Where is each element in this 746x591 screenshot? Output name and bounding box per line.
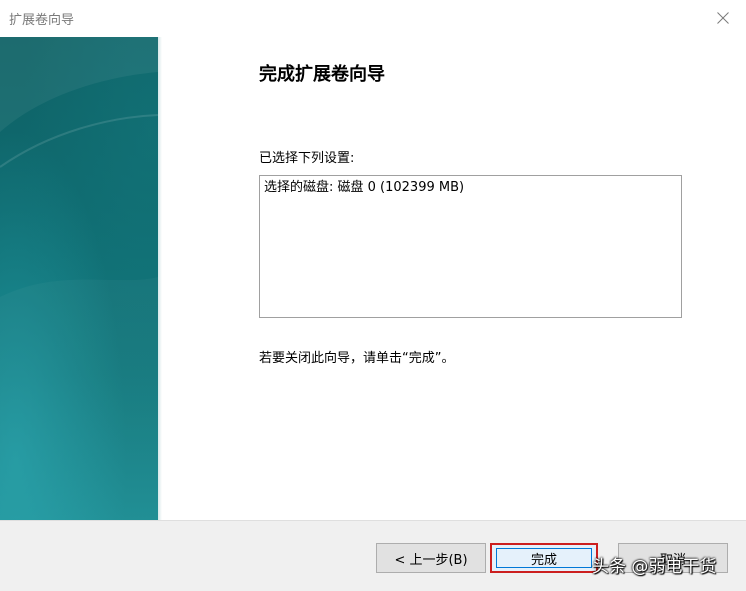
settings-summary-box[interactable]: 选择的磁盘: 磁盘 0 (102399 MB) [259, 175, 682, 318]
settings-label: 已选择下列设置: [259, 151, 355, 166]
close-icon [717, 12, 729, 24]
wizard-window: 扩展卷向导 完成扩展卷向导 已选择下列设置: 选择的磁盘: 磁盘 0 (1023… [0, 0, 746, 591]
back-button[interactable]: < 上一步(B) [376, 543, 486, 573]
finish-button[interactable]: 完成 [490, 543, 598, 573]
title-bar: 扩展卷向导 [0, 0, 746, 37]
finish-button-label: 完成 [496, 548, 592, 568]
close-button[interactable] [700, 0, 746, 37]
window-title: 扩展卷向导 [9, 13, 75, 28]
page-heading: 完成扩展卷向导 [259, 64, 385, 85]
wizard-side-banner [0, 37, 158, 520]
close-hint-text: 若要关闭此向导，请单击“完成”。 [259, 351, 455, 366]
cancel-button[interactable]: 取消 [618, 543, 728, 573]
banner-decoration [0, 37, 158, 168]
settings-line: 选择的磁盘: 磁盘 0 (102399 MB) [264, 180, 465, 195]
banner-edge [158, 37, 162, 520]
